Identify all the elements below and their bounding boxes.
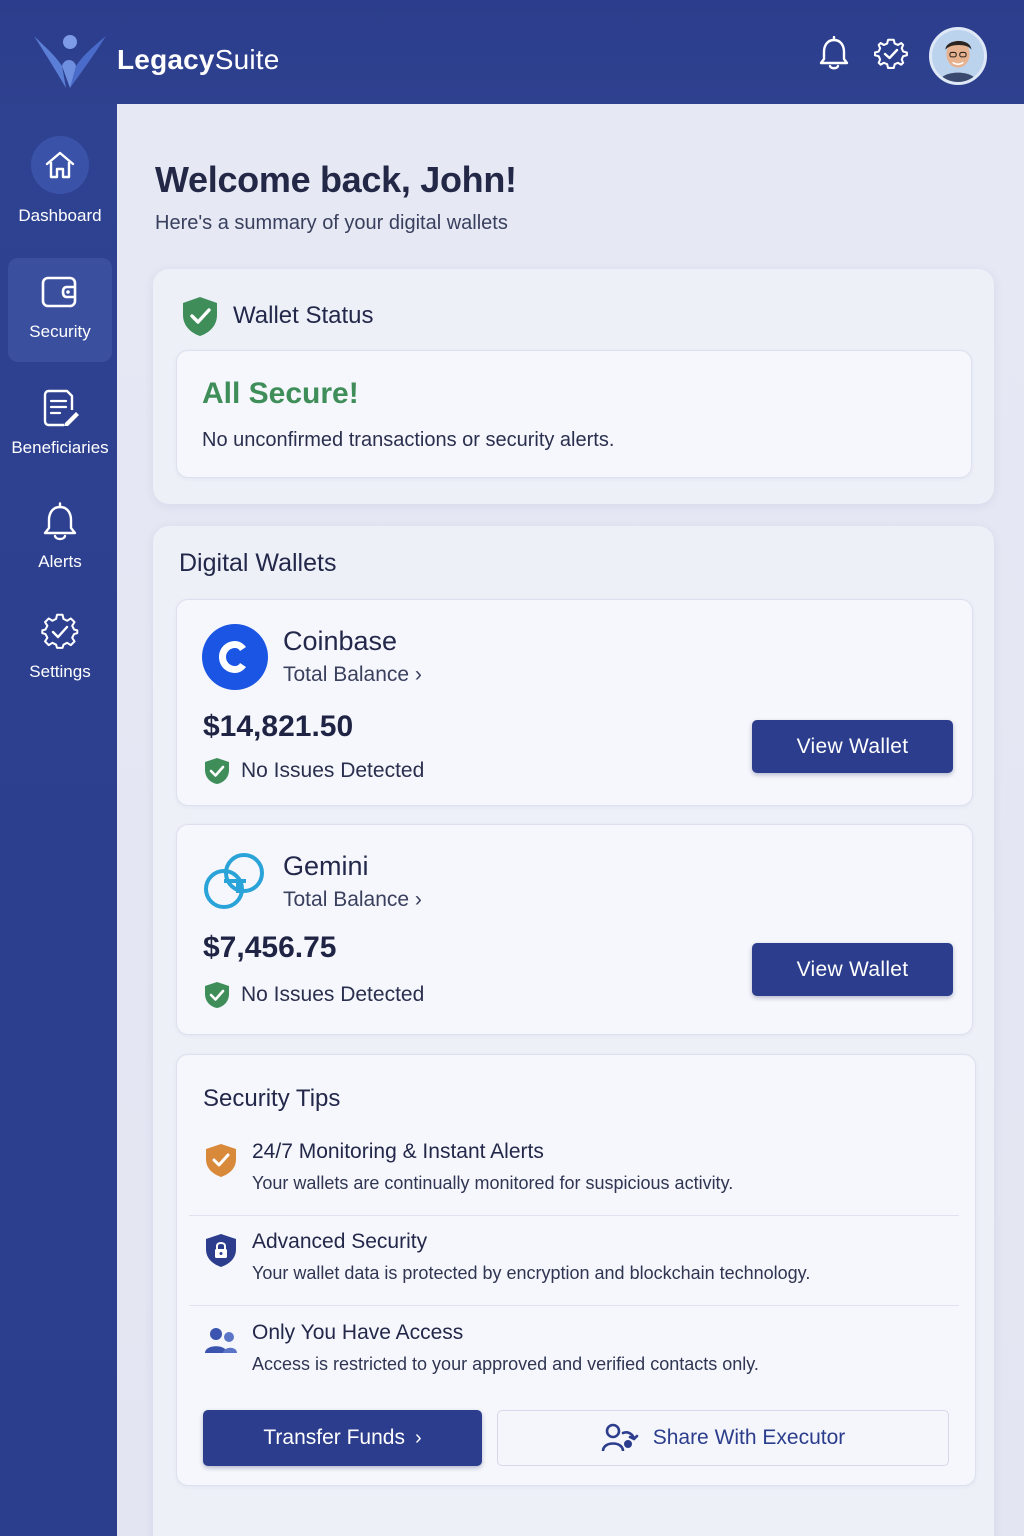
wallet-status-text: No Issues Detected xyxy=(241,759,425,782)
top-bar: LegacySuite xyxy=(0,0,1024,104)
divider xyxy=(189,1215,959,1216)
share-users-icon xyxy=(601,1423,639,1452)
brand-name[interactable]: LegacySuite xyxy=(117,44,280,76)
security-tips-panel: Security Tips 24/7 Monitoring & Instant … xyxy=(176,1054,976,1486)
tip-description: Access is restricted to your approved an… xyxy=(252,1354,759,1374)
transfer-funds-label: Transfer Funds xyxy=(263,1426,405,1449)
wallet-status-header: Wallet Status xyxy=(180,295,374,337)
wallet-icon xyxy=(41,276,77,308)
document-edit-icon xyxy=(43,389,79,427)
page-subtitle: Here's a summary of your digital wallets xyxy=(155,212,508,234)
divider xyxy=(189,1305,959,1306)
tip-title: Only You Have Access xyxy=(252,1321,464,1344)
total-balance-link[interactable]: Total Balance › xyxy=(283,663,422,687)
wallet-card-coinbase: Coinbase Total Balance › $14,821.50 No I… xyxy=(176,599,973,806)
bell-icon[interactable] xyxy=(817,36,851,72)
wallet-status: No Issues Detected xyxy=(203,757,424,785)
page-title: Welcome back, John! xyxy=(155,159,517,200)
view-wallet-button[interactable]: View Wallet xyxy=(752,943,953,996)
wallet-status-card: Wallet Status All Secure! No unconfirmed… xyxy=(153,269,994,504)
tip-title: Advanced Security xyxy=(252,1230,428,1253)
logo-icon xyxy=(34,35,106,88)
wallet-status: No Issues Detected xyxy=(203,981,424,1009)
share-with-executor-button[interactable]: Share With Executor xyxy=(497,1410,949,1466)
sidebar-item-settings[interactable]: Settings xyxy=(8,598,112,702)
user-avatar-icon xyxy=(932,30,984,82)
sidebar-item-label: Dashboard xyxy=(18,206,102,225)
wallet-name: Coinbase xyxy=(283,626,398,656)
main-content: Welcome back, John! Here's a summary of … xyxy=(117,104,1024,1536)
sidebar-item-label: Settings xyxy=(29,662,91,681)
gemini-logo-icon xyxy=(204,853,264,909)
total-balance-link[interactable]: Total Balance › xyxy=(283,888,422,912)
tip-title: 24/7 Monitoring & Instant Alerts xyxy=(252,1140,544,1163)
shield-check-icon xyxy=(183,297,217,336)
sidebar: Dashboard Security Beneficiaries Alerts xyxy=(0,104,117,1536)
digital-wallets-card: Digital Wallets Coinbase Total Balance ›… xyxy=(153,526,994,1536)
sidebar-item-label: Alerts xyxy=(38,552,82,571)
sidebar-item-label: Beneficiaries xyxy=(11,438,109,457)
sidebar-item-security[interactable]: Security xyxy=(8,258,112,362)
shield-check-icon xyxy=(205,982,229,1008)
avatar[interactable] xyxy=(929,27,987,85)
sidebar-item-dashboard[interactable]: Dashboard xyxy=(8,134,112,238)
status-description: No unconfirmed transactions or security … xyxy=(202,429,615,451)
gear-icon[interactable] xyxy=(874,36,908,72)
shield-check-icon xyxy=(206,1144,236,1177)
view-wallet-button[interactable]: View Wallet xyxy=(752,720,953,773)
home-icon xyxy=(31,136,89,194)
wallet-status-text: No Issues Detected xyxy=(241,983,425,1006)
shield-lock-icon xyxy=(206,1234,236,1267)
wallet-balance: $14,821.50 xyxy=(203,710,354,743)
sidebar-item-alerts[interactable]: Alerts xyxy=(8,488,112,592)
wallet-card-gemini: Gemini Total Balance › $7,456.75 No Issu… xyxy=(176,824,973,1035)
tip-description: Your wallets are continually monitored f… xyxy=(252,1173,734,1193)
share-with-executor-label: Share With Executor xyxy=(652,1426,846,1449)
users-icon xyxy=(205,1328,237,1353)
coinbase-logo-icon xyxy=(202,624,268,690)
bell-icon xyxy=(43,502,77,541)
security-tips-title: Security Tips xyxy=(203,1085,341,1112)
chevron-right-icon: › xyxy=(414,1426,422,1449)
sidebar-item-label: Security xyxy=(29,322,91,341)
wallet-name: Gemini xyxy=(283,851,369,881)
wallet-status-title: Wallet Status xyxy=(233,302,374,329)
sidebar-item-beneficiaries[interactable]: Beneficiaries xyxy=(8,374,112,478)
wallet-balance: $7,456.75 xyxy=(203,931,337,964)
gear-icon xyxy=(41,613,79,649)
shield-check-icon xyxy=(205,758,229,784)
section-title: Digital Wallets xyxy=(179,549,337,577)
tip-description: Your wallet data is protected by encrypt… xyxy=(252,1263,811,1283)
transfer-funds-button[interactable]: Transfer Funds › xyxy=(203,1410,482,1466)
status-panel: All Secure! No unconfirmed transactions … xyxy=(176,350,972,478)
status-headline: All Secure! xyxy=(202,377,359,410)
